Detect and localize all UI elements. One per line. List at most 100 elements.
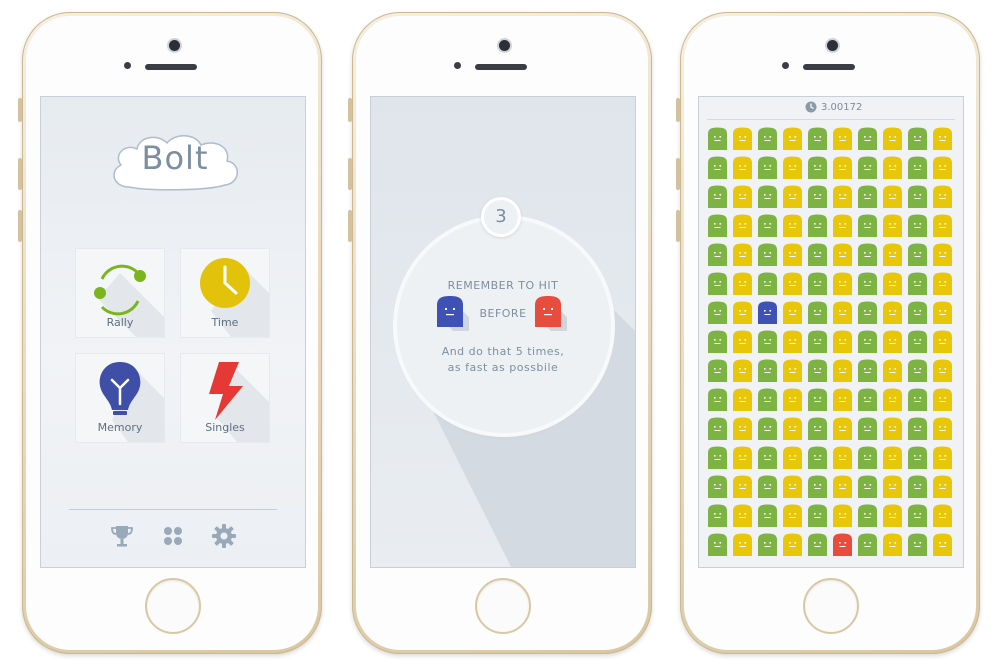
yellow-ghost[interactable] — [732, 359, 753, 383]
green-ghost[interactable] — [907, 185, 928, 209]
green-ghost[interactable] — [907, 446, 928, 470]
yellow-ghost[interactable] — [782, 446, 803, 470]
green-ghost[interactable] — [907, 214, 928, 238]
yellow-ghost[interactable] — [932, 533, 953, 557]
yellow-ghost[interactable] — [782, 127, 803, 151]
green-ghost[interactable] — [907, 359, 928, 383]
yellow-ghost[interactable] — [932, 243, 953, 267]
green-ghost[interactable] — [807, 272, 828, 296]
yellow-ghost[interactable] — [782, 214, 803, 238]
yellow-ghost[interactable] — [732, 475, 753, 499]
green-ghost[interactable] — [807, 388, 828, 412]
yellow-ghost[interactable] — [782, 243, 803, 267]
yellow-ghost[interactable] — [832, 417, 853, 441]
yellow-ghost[interactable] — [882, 475, 903, 499]
yellow-ghost[interactable] — [932, 359, 953, 383]
green-ghost[interactable] — [907, 301, 928, 325]
yellow-ghost[interactable] — [732, 504, 753, 528]
blue-ghost[interactable] — [757, 301, 778, 325]
green-ghost[interactable] — [807, 446, 828, 470]
green-ghost[interactable] — [907, 272, 928, 296]
green-ghost[interactable] — [757, 272, 778, 296]
green-ghost[interactable] — [757, 388, 778, 412]
green-ghost[interactable] — [757, 156, 778, 180]
green-ghost[interactable] — [907, 127, 928, 151]
green-ghost[interactable] — [757, 417, 778, 441]
yellow-ghost[interactable] — [832, 272, 853, 296]
green-ghost[interactable] — [807, 475, 828, 499]
green-ghost[interactable] — [857, 185, 878, 209]
green-ghost[interactable] — [707, 127, 728, 151]
yellow-ghost[interactable] — [732, 127, 753, 151]
home-button[interactable] — [803, 578, 859, 634]
yellow-ghost[interactable] — [832, 243, 853, 267]
green-ghost[interactable] — [907, 330, 928, 354]
yellow-ghost[interactable] — [782, 330, 803, 354]
green-ghost[interactable] — [707, 475, 728, 499]
green-ghost[interactable] — [757, 359, 778, 383]
yellow-ghost[interactable] — [732, 533, 753, 557]
yellow-ghost[interactable] — [832, 475, 853, 499]
yellow-ghost[interactable] — [732, 388, 753, 412]
yellow-ghost[interactable] — [882, 185, 903, 209]
yellow-ghost[interactable] — [782, 156, 803, 180]
green-ghost[interactable] — [807, 301, 828, 325]
yellow-ghost[interactable] — [732, 272, 753, 296]
yellow-ghost[interactable] — [932, 417, 953, 441]
yellow-ghost[interactable] — [782, 504, 803, 528]
green-ghost[interactable] — [807, 214, 828, 238]
green-ghost[interactable] — [857, 330, 878, 354]
green-ghost[interactable] — [757, 475, 778, 499]
green-ghost[interactable] — [907, 156, 928, 180]
green-ghost[interactable] — [857, 475, 878, 499]
yellow-ghost[interactable] — [732, 330, 753, 354]
green-ghost[interactable] — [907, 243, 928, 267]
yellow-ghost[interactable] — [732, 156, 753, 180]
yellow-ghost[interactable] — [932, 185, 953, 209]
green-ghost[interactable] — [757, 185, 778, 209]
mode-tile-time[interactable]: Time — [181, 249, 269, 337]
green-ghost[interactable] — [907, 388, 928, 412]
yellow-ghost[interactable] — [832, 504, 853, 528]
yellow-ghost[interactable] — [832, 330, 853, 354]
yellow-ghost[interactable] — [932, 388, 953, 412]
yellow-ghost[interactable] — [882, 272, 903, 296]
green-ghost[interactable] — [707, 388, 728, 412]
yellow-ghost[interactable] — [882, 504, 903, 528]
green-ghost[interactable] — [857, 359, 878, 383]
trophy-icon[interactable] — [109, 523, 135, 549]
green-ghost[interactable] — [757, 446, 778, 470]
yellow-ghost[interactable] — [882, 243, 903, 267]
green-ghost[interactable] — [857, 156, 878, 180]
yellow-ghost[interactable] — [882, 446, 903, 470]
green-ghost[interactable] — [807, 417, 828, 441]
green-ghost[interactable] — [757, 127, 778, 151]
yellow-ghost[interactable] — [732, 301, 753, 325]
green-ghost[interactable] — [857, 301, 878, 325]
yellow-ghost[interactable] — [832, 388, 853, 412]
yellow-ghost[interactable] — [882, 301, 903, 325]
green-ghost[interactable] — [707, 446, 728, 470]
yellow-ghost[interactable] — [932, 330, 953, 354]
yellow-ghost[interactable] — [882, 417, 903, 441]
green-ghost[interactable] — [857, 533, 878, 557]
yellow-ghost[interactable] — [782, 272, 803, 296]
gear-icon[interactable] — [211, 523, 237, 549]
green-ghost[interactable] — [857, 504, 878, 528]
yellow-ghost[interactable] — [782, 533, 803, 557]
mode-tile-memory[interactable]: Memory — [76, 354, 164, 442]
green-ghost[interactable] — [707, 533, 728, 557]
green-ghost[interactable] — [757, 533, 778, 557]
green-ghost[interactable] — [807, 243, 828, 267]
green-ghost[interactable] — [807, 359, 828, 383]
yellow-ghost[interactable] — [932, 156, 953, 180]
yellow-ghost[interactable] — [832, 185, 853, 209]
green-ghost[interactable] — [857, 388, 878, 412]
green-ghost[interactable] — [807, 504, 828, 528]
yellow-ghost[interactable] — [932, 475, 953, 499]
green-ghost[interactable] — [807, 330, 828, 354]
yellow-ghost[interactable] — [782, 359, 803, 383]
green-ghost[interactable] — [757, 504, 778, 528]
green-ghost[interactable] — [807, 127, 828, 151]
yellow-ghost[interactable] — [882, 359, 903, 383]
